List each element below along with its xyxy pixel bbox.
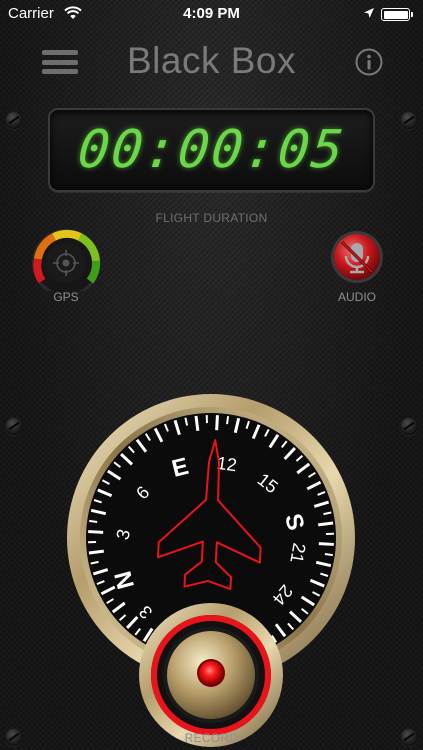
compass-tick [88, 549, 104, 555]
location-arrow-icon [364, 8, 374, 18]
compass-tick [89, 519, 98, 523]
audio-label: AUDIO [337, 290, 376, 304]
microphone-muted-icon[interactable] [330, 230, 384, 284]
record-label: RECORD [184, 731, 239, 745]
compass-degree-label: 21 [286, 541, 309, 564]
screw-decoration [400, 111, 418, 129]
flight-timer-value: 00:00:05 [75, 120, 348, 180]
status-time: 4:09 PM [183, 5, 240, 22]
gps-gauge-icon[interactable] [28, 229, 104, 291]
battery-icon [381, 8, 413, 21]
compass-tick [318, 521, 334, 527]
compass-tick [318, 542, 334, 546]
compass-tick [88, 530, 104, 534]
screw-decoration [5, 111, 23, 129]
record-button[interactable] [167, 631, 255, 719]
compass-tick [226, 416, 230, 425]
compass-tick [194, 415, 200, 431]
compass-tick [215, 415, 219, 431]
info-button[interactable] [355, 48, 383, 76]
status-bar: Carrier 4:09 PM [0, 0, 423, 30]
compass-widget: E 12 15 S 21 24 6 3 N 3 [67, 394, 355, 747]
gps-label: GPS [53, 290, 79, 304]
compass-tick [324, 553, 333, 557]
flight-timer-display: 00:00:05 [48, 108, 375, 192]
flight-duration-label: FLIGHT DURATION [155, 211, 268, 225]
